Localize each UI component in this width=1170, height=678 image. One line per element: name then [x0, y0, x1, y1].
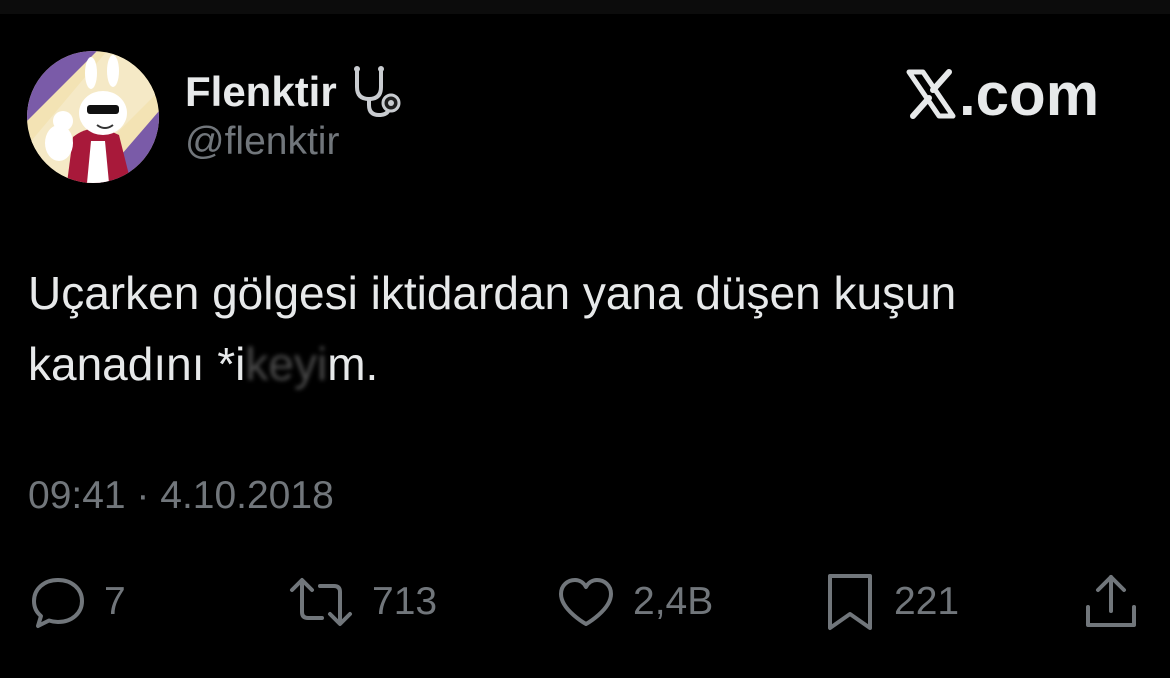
like-button[interactable]: 2,4B	[555, 566, 713, 638]
reply-icon	[28, 572, 88, 632]
like-count: 2,4B	[633, 580, 714, 623]
action-bar: 7 713 2,4B 221	[0, 566, 1170, 638]
top-strip	[0, 0, 1170, 14]
bookmark-button[interactable]: 221	[822, 566, 959, 638]
share-icon	[1080, 571, 1142, 633]
share-button[interactable]	[1080, 566, 1142, 638]
repost-button[interactable]: 713	[286, 566, 437, 638]
avatar[interactable]	[27, 51, 159, 183]
repost-icon	[286, 572, 356, 632]
timestamp[interactable]: 09:41 · 4.10.2018	[28, 474, 334, 518]
tweet-text-redacted: keyi	[245, 338, 328, 390]
stethoscope-icon	[347, 63, 405, 121]
repost-count: 713	[372, 580, 438, 623]
reply-button[interactable]: 7	[28, 566, 126, 638]
tweet-text: Uçarken gölgesi iktidardan yana düşen ku…	[28, 258, 1138, 400]
tweet-text-main: Uçarken gölgesi iktidardan yana düşen ku…	[28, 267, 957, 390]
bookmark-count: 221	[894, 580, 960, 623]
x-logo-icon	[905, 68, 957, 120]
brand-text: .com	[959, 60, 1100, 128]
brand-watermark: .com	[905, 58, 1099, 130]
display-name[interactable]: Flenktir	[185, 68, 337, 116]
bookmark-icon	[822, 570, 878, 634]
reply-count: 7	[104, 580, 126, 623]
author-name-row: Flenktir	[185, 62, 405, 122]
tweet-text-end: m.	[327, 338, 379, 390]
handle[interactable]: @flenktir	[185, 120, 339, 164]
heart-icon	[555, 572, 617, 632]
